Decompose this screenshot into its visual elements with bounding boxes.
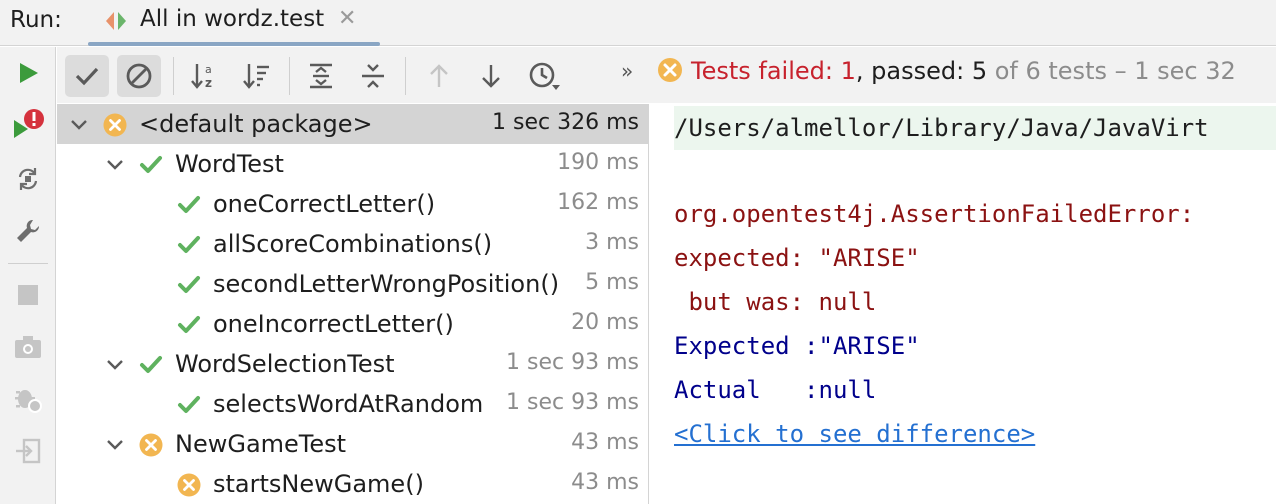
test-name: oneCorrectLetter() (213, 190, 436, 218)
passed-check-icon (177, 393, 201, 417)
chevron-down-icon[interactable] (103, 152, 127, 176)
test-duration: 1 sec 326 ms (488, 110, 639, 135)
error-type-line: org.opentest4j.AssertionFailedError: (674, 200, 1195, 228)
test-name: secondLetterWrongPosition() (213, 270, 560, 298)
passed-check-icon (177, 313, 201, 337)
chevron-down-icon[interactable] (67, 112, 91, 136)
toolbar-separator (173, 57, 174, 95)
failed-test-icon (103, 113, 127, 137)
toggle-auto-test-icon[interactable] (8, 159, 48, 199)
test-duration: 162 ms (553, 190, 639, 215)
failed-test-icon (177, 473, 201, 497)
stop-icon[interactable] (8, 275, 48, 315)
tree-test-row[interactable]: secondLetterWrongPosition() 5 ms (57, 264, 648, 304)
test-results-tree: <default package> 1 sec 326 ms WordTest 190… (57, 104, 649, 504)
camera-icon[interactable] (8, 327, 48, 367)
tree-class-row[interactable]: WordSelectionTest 1 sec 93 ms (57, 344, 648, 384)
more-actions-icon[interactable]: » (621, 59, 633, 83)
but-was-line: but was: null (674, 288, 877, 316)
toolbar-separator (405, 57, 406, 95)
sort-alphabetically-icon[interactable]: a z (183, 55, 227, 97)
expected-value-line: Expected :"ARISE" (674, 332, 920, 360)
test-run-icon (104, 10, 128, 32)
test-duration: 5 ms (581, 270, 639, 295)
collapse-all-icon[interactable] (351, 55, 395, 97)
previous-failed-icon[interactable] (417, 55, 461, 97)
passed-check-icon (177, 233, 201, 257)
test-name: allScoreCombinations() (213, 230, 493, 258)
test-name: startsNewGame() (213, 470, 424, 498)
passed-check-icon (177, 193, 201, 217)
debug-settings-icon[interactable] (8, 379, 48, 419)
test-status-summary: Tests failed: 1, passed: 5 of 6 tests – … (657, 57, 1236, 89)
tab-title: All in wordz.test (140, 6, 325, 32)
toolbar-separator (8, 263, 48, 264)
tree-test-row[interactable]: allScoreCombinations() 3 ms (57, 224, 648, 264)
test-duration: 43 ms (567, 470, 639, 495)
total-and-duration: of 6 tests – 1 sec 32 (987, 57, 1236, 85)
failed-status-icon (657, 57, 683, 89)
tree-class-row[interactable]: NewGameTest 43 ms (57, 424, 648, 464)
expected-message-line: expected: "ARISE" (674, 244, 920, 272)
test-name: WordTest (175, 150, 284, 178)
tree-class-row[interactable]: WordTest 190 ms (57, 144, 648, 184)
see-difference-link[interactable]: <Click to see difference> (674, 420, 1035, 448)
active-tab-indicator (88, 42, 380, 46)
test-duration: 190 ms (553, 150, 639, 175)
wrench-icon[interactable] (8, 211, 48, 251)
failed-count: 1 (840, 57, 856, 85)
test-duration: 43 ms (567, 430, 639, 455)
passed-check-icon (139, 353, 163, 377)
left-toolbar (0, 47, 56, 504)
passed-check-icon (139, 153, 163, 177)
rerun-icon[interactable] (8, 53, 48, 93)
toolbar-separator (289, 57, 290, 95)
passed-check-icon (177, 273, 201, 297)
tree-test-row[interactable]: startsNewGame() 43 ms (57, 464, 648, 504)
passed-count: , passed: 5 (855, 57, 988, 85)
test-runner-toolbar: a z » Tests failed: 1, passed: 5 of 6 te… (57, 47, 1276, 103)
test-duration: 20 ms (567, 310, 639, 335)
test-name: oneIncorrectLetter() (213, 310, 454, 338)
test-name: WordSelectionTest (175, 350, 395, 378)
run-header: Run: All in wordz.test ✕ (0, 0, 1276, 46)
tree-test-row[interactable]: oneIncorrectLetter() 20 ms (57, 304, 648, 344)
failed-label: Tests failed: (691, 57, 841, 85)
export-icon[interactable] (8, 431, 48, 471)
rerun-failed-icon[interactable] (8, 105, 48, 145)
test-history-icon[interactable] (523, 55, 567, 97)
test-duration: 1 sec 93 ms (502, 350, 639, 375)
close-tab-icon[interactable]: ✕ (338, 6, 356, 31)
failed-test-icon (139, 433, 163, 457)
actual-value-line: Actual :null (674, 376, 877, 404)
tree-test-row[interactable]: oneCorrectLetter() 162 ms (57, 184, 648, 224)
test-name: <default package> (139, 110, 373, 138)
test-name: NewGameTest (175, 430, 347, 458)
java-command-line: /Users/almellor/Library/Java/JavaVirt (674, 106, 1276, 150)
show-passed-icon[interactable] (65, 55, 109, 97)
tree-package-row[interactable]: <default package> 1 sec 326 ms (57, 104, 648, 144)
tree-test-row[interactable]: selectsWordAtRandom 1 sec 93 ms (57, 384, 648, 424)
svg-text:a: a (205, 63, 212, 76)
expand-all-icon[interactable] (299, 55, 343, 97)
chevron-down-icon[interactable] (103, 352, 127, 376)
next-failed-icon[interactable] (469, 55, 513, 97)
sort-by-duration-icon[interactable] (235, 55, 279, 97)
test-duration: 3 ms (581, 230, 639, 255)
chevron-down-icon[interactable] (103, 432, 127, 456)
console-output: /Users/almellor/Library/Java/JavaVirt or… (650, 104, 1276, 504)
svg-text:z: z (205, 76, 212, 90)
test-name: selectsWordAtRandom (213, 390, 484, 418)
run-label: Run: (10, 7, 62, 33)
tab-all-in-wordz-test[interactable]: All in wordz.test ✕ (88, 0, 380, 46)
test-duration: 1 sec 93 ms (502, 390, 639, 415)
show-ignored-icon[interactable] (117, 55, 161, 97)
